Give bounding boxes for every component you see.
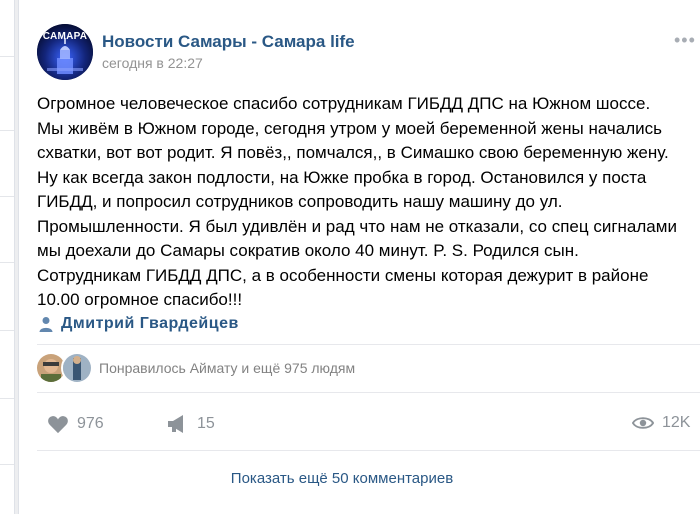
- eye-icon: [632, 417, 654, 429]
- divider: [37, 392, 700, 393]
- heart-icon: [48, 416, 68, 434]
- screen: САМАРА Новости Самары - Самара life сего…: [0, 0, 700, 514]
- divider: [37, 450, 700, 451]
- post-timestamp[interactable]: сегодня в 22:27: [102, 55, 203, 71]
- views-count: 12K: [662, 414, 691, 431]
- show-more-comments-link[interactable]: Показать ещё 50 комментариев: [19, 470, 665, 487]
- post-text: Огромное человеческое спасибо сотрудника…: [37, 94, 677, 309]
- share-button[interactable]: 15: [167, 414, 215, 434]
- post-author[interactable]: Дмитрий Гвардейцев: [39, 315, 239, 333]
- divider: [37, 344, 700, 345]
- views-counter: 12K: [632, 414, 690, 432]
- post-card: САМАРА Новости Самары - Самара life сего…: [18, 0, 700, 514]
- user-icon: [39, 317, 53, 332]
- left-sidebar: [0, 0, 15, 514]
- like-count: 976: [77, 415, 104, 432]
- more-icon[interactable]: •••: [674, 30, 696, 51]
- megaphone-icon: [168, 415, 183, 433]
- author-name: Дмитрий Гвардейцев: [61, 315, 239, 332]
- share-count: 15: [197, 415, 215, 432]
- group-avatar[interactable]: САМАРА: [37, 24, 93, 80]
- like-button[interactable]: 976: [47, 414, 104, 434]
- liker-avatar-2[interactable]: [61, 352, 93, 384]
- avatar-label: САМАРА: [42, 31, 88, 42]
- likes-summary[interactable]: Понравилось Аймату и ещё 975 людям: [99, 360, 355, 376]
- group-name-link[interactable]: Новости Самары - Самара life: [102, 32, 355, 52]
